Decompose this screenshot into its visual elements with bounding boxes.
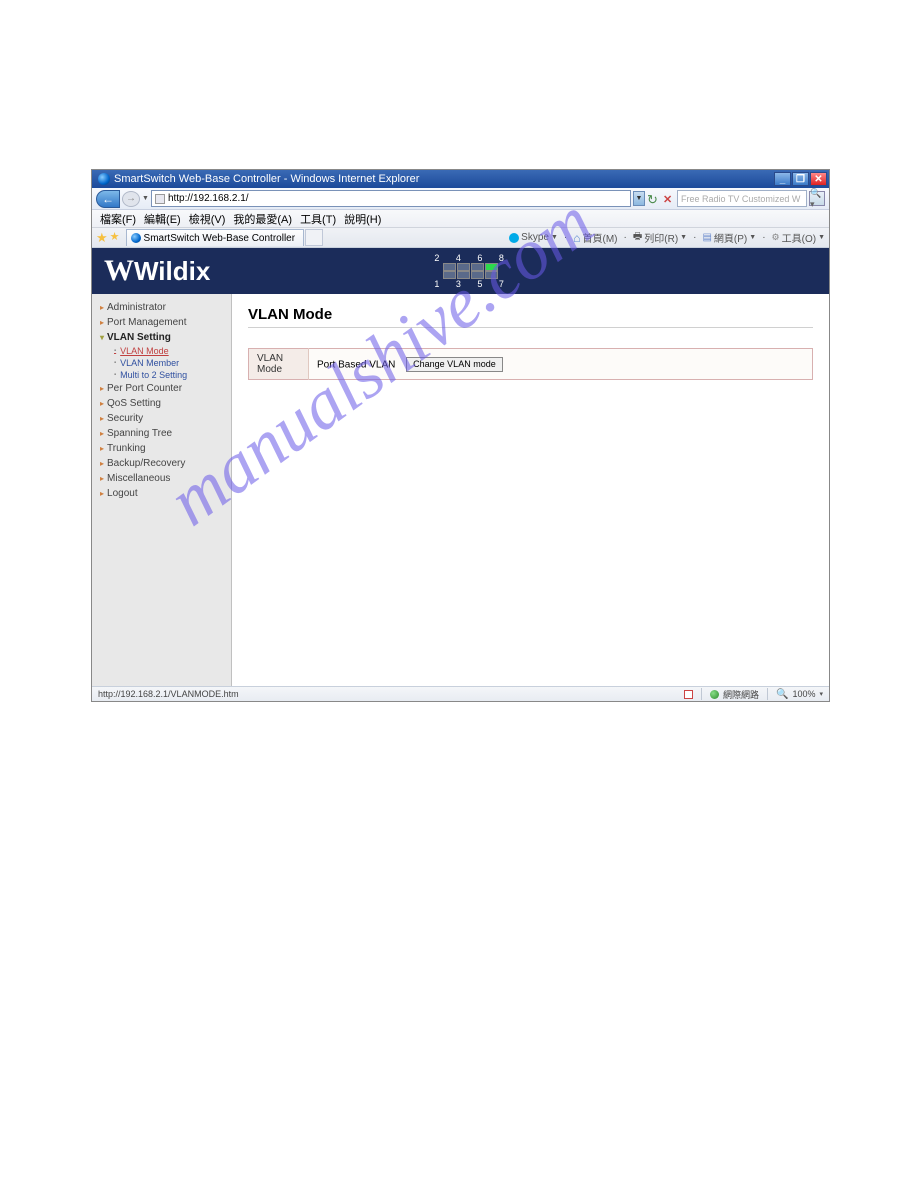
port-7[interactable] — [485, 271, 498, 279]
sidebar-item-spanning-tree[interactable]: Spanning Tree — [92, 426, 231, 441]
port-6[interactable] — [471, 263, 484, 271]
port-1[interactable] — [443, 271, 456, 279]
toolbar-skype[interactable]: Skype ▼ — [509, 232, 558, 243]
popup-blocked-icon[interactable] — [684, 690, 693, 699]
sidebar-subitem-vlan-mode[interactable]: VLAN Mode — [92, 345, 231, 357]
port-bottom-numbers: 1 3 5 7 — [430, 279, 511, 289]
navigation-bar: ← → ▼ http://192.168.2.1/ ▼ ↻ ✕ Free Rad… — [92, 188, 829, 210]
nav-history-dropdown[interactable]: ▼ — [142, 195, 149, 202]
app-header: WWildix 2 4 6 8 1 3 5 7 — [92, 248, 829, 294]
sidebar-item-backup-recovery[interactable]: Backup/Recovery — [92, 456, 231, 471]
search-provider-dropdown[interactable]: 🔍▾ — [809, 191, 825, 206]
menu-edit[interactable]: 編輯(E) — [144, 211, 181, 227]
sidebar-item-vlan-setting[interactable]: VLAN Setting — [92, 330, 231, 345]
content-pane: VLAN Mode VLAN Mode Port Based VLAN Chan… — [232, 294, 829, 686]
back-button[interactable]: ← — [96, 190, 120, 208]
window-titlebar: SmartSwitch Web-Base Controller - Window… — [92, 170, 829, 188]
browser-window: SmartSwitch Web-Base Controller - Window… — [91, 169, 830, 702]
page-icon — [155, 194, 165, 204]
tab-favicon-icon — [131, 233, 141, 243]
port-top-numbers: 2 4 6 8 — [430, 253, 511, 263]
vlan-mode-value: Port Based VLAN — [317, 359, 395, 370]
change-vlan-mode-button[interactable]: Change VLAN mode — [406, 357, 503, 372]
zoom-level: 100% — [792, 689, 815, 699]
gear-icon — [772, 232, 780, 243]
search-placeholder: Free Radio TV Customized W — [681, 194, 800, 204]
vlan-mode-table: VLAN Mode Port Based VLAN Change VLAN mo… — [248, 348, 813, 380]
add-favorite-icon[interactable]: ★ — [110, 230, 120, 246]
port-5[interactable] — [471, 271, 484, 279]
menu-favorites[interactable]: 我的最愛(A) — [233, 211, 292, 227]
toolbar-page[interactable]: 網頁(P) ▼ — [702, 230, 756, 245]
tab-title: SmartSwitch Web-Base Controller — [144, 233, 296, 244]
page-title: VLAN Mode — [248, 306, 813, 328]
sidebar-item-administrator[interactable]: Administrator — [92, 300, 231, 315]
zoom-dropdown[interactable]: ▾ — [819, 690, 823, 698]
status-url: http://192.168.2.1/VLANMODE.htm — [98, 689, 239, 699]
print-icon — [633, 229, 642, 246]
window-title: SmartSwitch Web-Base Controller - Window… — [114, 173, 419, 185]
tab-bar: ★ ★ SmartSwitch Web-Base Controller Skyp… — [92, 228, 829, 248]
window-maximize-button[interactable]: ❐ — [792, 172, 809, 186]
refresh-button[interactable]: ↻ — [647, 192, 661, 206]
menu-bar: 檔案(F) 編輯(E) 檢視(V) 我的最愛(A) 工具(T) 說明(H) — [92, 210, 829, 228]
forward-button[interactable]: → — [122, 191, 140, 207]
stop-button[interactable]: ✕ — [663, 193, 675, 205]
internet-zone-icon — [710, 690, 719, 699]
menu-tools[interactable]: 工具(T) — [300, 211, 336, 227]
vlan-mode-label: VLAN Mode — [249, 349, 309, 380]
search-box[interactable]: Free Radio TV Customized W — [677, 190, 807, 207]
security-zone: 網際網路 — [723, 688, 759, 701]
url-text: http://192.168.2.1/ — [168, 193, 249, 204]
sidebar-item-logout[interactable]: Logout — [92, 486, 231, 501]
status-bar: http://192.168.2.1/VLANMODE.htm 網際網路 🔍 1… — [92, 686, 829, 701]
zoom-icon[interactable]: 🔍 — [776, 689, 788, 700]
brand-logo: WWildix — [104, 254, 210, 288]
port-2[interactable] — [443, 263, 456, 271]
toolbar-home[interactable]: 首頁(M) — [573, 230, 617, 245]
menu-help[interactable]: 說明(H) — [344, 211, 381, 227]
sidebar-subitem-vlan-member[interactable]: VLAN Member — [92, 357, 231, 369]
window-minimize-button[interactable]: _ — [774, 172, 791, 186]
menu-view[interactable]: 檢視(V) — [189, 211, 226, 227]
menu-file[interactable]: 檔案(F) — [100, 211, 136, 227]
address-dropdown[interactable]: ▼ — [633, 191, 645, 206]
sidebar-item-miscellaneous[interactable]: Miscellaneous — [92, 471, 231, 486]
sidebar-nav: Administrator Port Management VLAN Setti… — [92, 294, 232, 686]
sidebar-item-per-port-counter[interactable]: Per Port Counter — [92, 381, 231, 396]
sidebar-item-port-management[interactable]: Port Management — [92, 315, 231, 330]
sidebar-subitem-multi-to-2[interactable]: Multi to 2 Setting — [92, 369, 231, 381]
port-status-panel: 2 4 6 8 1 3 5 7 — [430, 253, 511, 289]
port-3[interactable] — [457, 271, 470, 279]
port-4[interactable] — [457, 263, 470, 271]
window-close-button[interactable]: ✕ — [810, 172, 827, 186]
tab-smartswitch[interactable]: SmartSwitch Web-Base Controller — [126, 229, 305, 246]
home-icon — [573, 231, 580, 245]
skype-icon — [509, 233, 519, 243]
new-tab-button[interactable] — [305, 229, 323, 246]
page-menu-icon — [702, 232, 711, 243]
favorites-icon[interactable]: ★ — [96, 230, 108, 246]
toolbar-tools[interactable]: 工具(O) ▼ — [772, 230, 825, 245]
address-bar[interactable]: http://192.168.2.1/ — [151, 190, 631, 207]
ie-icon — [98, 173, 110, 185]
sidebar-item-trunking[interactable]: Trunking — [92, 441, 231, 456]
sidebar-item-security[interactable]: Security — [92, 411, 231, 426]
port-8[interactable] — [485, 263, 498, 271]
sidebar-item-qos-setting[interactable]: QoS Setting — [92, 396, 231, 411]
toolbar-print[interactable]: 列印(R) ▼ — [633, 229, 687, 246]
